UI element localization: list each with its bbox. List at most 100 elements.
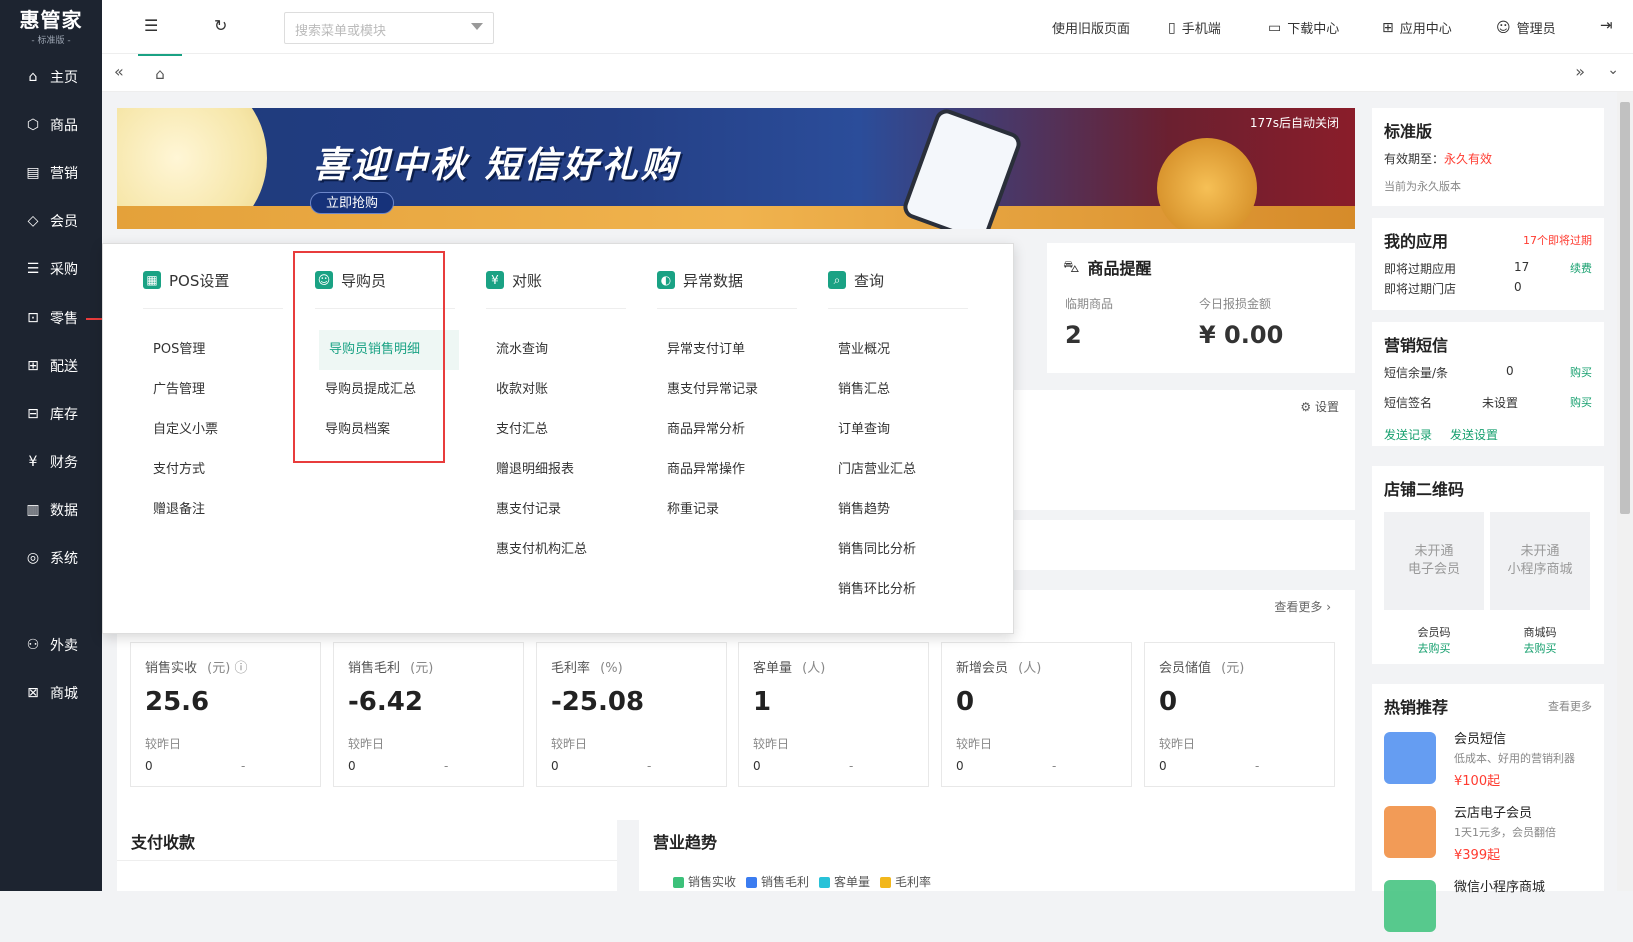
sidebar-item-9[interactable]: ▥ 数据	[0, 490, 102, 530]
refresh-icon[interactable]: ↻	[214, 16, 227, 35]
send-settings-link[interactable]: 发送设置	[1450, 426, 1498, 443]
sidebar-item-3[interactable]: ◇ 会员	[0, 201, 102, 241]
menu-item[interactable]: 订单查询	[838, 410, 978, 450]
stat-card: 新增会员 (人) 0 较昨日 0 -	[941, 642, 1132, 787]
banner-buy-button[interactable]: 立即抢购	[310, 192, 394, 214]
hot-item[interactable]: 会员短信 低成本、好用的营销利器 ¥100起	[1384, 728, 1594, 794]
sidebar-item-2[interactable]: ▤ 营销	[0, 153, 102, 193]
apps-row-value: 17	[1514, 260, 1530, 274]
menu-item[interactable]: 称重记录	[667, 490, 807, 530]
menu-item[interactable]: 商品异常分析	[667, 410, 807, 450]
menu-item[interactable]: 流水查询	[496, 330, 636, 370]
stat-compare-value: 0	[753, 759, 761, 773]
stat-compare-trend: -	[1052, 759, 1057, 773]
member-qr-buy[interactable]: 去购买	[1384, 640, 1484, 656]
see-more-link[interactable]: 查看更多 ›	[1274, 598, 1331, 615]
banner-countdown: 177s后自动关闭	[1249, 116, 1339, 130]
expire-value: 永久有效	[1444, 152, 1493, 166]
menu-item[interactable]: 惠支付异常记录	[667, 370, 807, 410]
menu-group-header: ⌕ 查询	[828, 271, 968, 309]
menu-item[interactable]: 支付汇总	[496, 410, 636, 450]
hot-more-link[interactable]: 查看更多	[1548, 698, 1592, 714]
module-search-select[interactable]: 搜索菜单或模块	[284, 12, 494, 44]
menu-item[interactable]: 营业概况	[838, 330, 978, 370]
page-scrollbar[interactable]	[1617, 92, 1633, 891]
stat-value: 0	[956, 687, 975, 717]
send-records-link[interactable]: 发送记录	[1384, 426, 1432, 443]
sidebar-item-11[interactable]: ⚇ 外卖	[0, 625, 102, 665]
tabs-scroll-right-icon[interactable]: »	[1575, 62, 1585, 81]
signature-buy-link[interactable]: 购买	[1570, 394, 1592, 410]
menu-item[interactable]: 收款对账	[496, 370, 636, 410]
logout-icon[interactable]: ⇥	[1600, 16, 1613, 34]
menu-item[interactable]: 销售汇总	[838, 370, 978, 410]
legend-item[interactable]: 销售毛利	[746, 873, 809, 890]
user-menu[interactable]: ☺ 管理员	[1496, 18, 1556, 38]
collapse-left-icon[interactable]: «	[114, 62, 124, 81]
stat-compare-label: 较昨日	[956, 737, 993, 751]
app-logo[interactable]: 惠管家 - 标准版 -	[0, 0, 102, 50]
settings-link[interactable]: ⚙ 设置	[1300, 398, 1339, 415]
list-icon: ☰	[26, 261, 40, 277]
chevron-down-icon	[471, 23, 483, 30]
sidebar-item-12[interactable]: ⊠ 商城	[0, 673, 102, 713]
sidebar-item-10[interactable]: ◎ 系统	[0, 538, 102, 578]
sms-buy-link[interactable]: 购买	[1570, 364, 1592, 380]
app-center-link[interactable]: ⊞ 应用中心	[1382, 18, 1452, 38]
download-center-link[interactable]: ▭ 下载中心	[1268, 18, 1339, 38]
menu-item[interactable]: 惠支付机构汇总	[496, 530, 636, 570]
product-name: 云店电子会员	[1454, 806, 1533, 821]
promo-banner[interactable]: 喜迎中秋 短信好礼购 立即抢购 177s后自动关闭	[117, 108, 1355, 229]
menu-item[interactable]: 惠支付记录	[496, 490, 636, 530]
old-version-link[interactable]: 使用旧版页面	[1052, 18, 1130, 37]
menu-item[interactable]: 异常支付订单	[667, 330, 807, 370]
menu-item[interactable]: 赠退明细报表	[496, 450, 636, 490]
menu-item[interactable]: 赠退备注	[153, 490, 293, 530]
menu-item[interactable]: 自定义小票	[153, 410, 293, 450]
expiring-goods-value[interactable]: 2	[1065, 321, 1082, 349]
renew-link[interactable]: 续费	[1570, 260, 1592, 276]
my-apps-card: 我的应用 17个即将过期 即将过期应用 17 续费 即将过期门店 0	[1372, 218, 1604, 310]
legend-item[interactable]: 客单量	[819, 873, 870, 890]
menu-item[interactable]: 销售同比分析	[838, 530, 978, 570]
legend-item[interactable]: 销售实收	[673, 873, 736, 890]
apps-row-label: 即将过期应用	[1384, 262, 1457, 276]
tab-home[interactable]: ⌂	[138, 54, 182, 92]
payment-card: 支付收款	[117, 817, 617, 891]
scrollbar-thumb[interactable]	[1620, 102, 1630, 514]
monitor-icon: ▭	[1268, 19, 1282, 36]
sidebar-item-0[interactable]: ⌂ 主页	[0, 57, 102, 97]
legend-item[interactable]: 毛利率	[880, 873, 931, 890]
menu-toggle-icon[interactable]: ☰	[144, 16, 158, 35]
sidebar-item-4[interactable]: ☰ 采购	[0, 249, 102, 289]
mall-qr-buy[interactable]: 去购买	[1490, 640, 1590, 656]
mobile-link[interactable]: ▯ 手机端	[1168, 18, 1221, 38]
hot-item[interactable]: 微信小程序商城	[1384, 876, 1594, 942]
edition-title: 标准版	[1384, 122, 1433, 141]
sidebar-item-label: 营销	[50, 166, 78, 182]
hot-item[interactable]: 云店电子会员 1天1元多，会员翻倍 ¥399起	[1384, 802, 1594, 868]
hot-title: 热销推荐	[1384, 698, 1449, 717]
stat-card: 客单量 (人) 1 较昨日 0 -	[738, 642, 929, 787]
menu-item[interactable]: 销售环比分析	[838, 570, 978, 610]
sidebar-item-7[interactable]: ⊟ 库存	[0, 394, 102, 434]
menu-item[interactable]: 商品异常操作	[667, 450, 807, 490]
sidebar-item-1[interactable]: ⬡ 商品	[0, 105, 102, 145]
help-icon[interactable]: ⓘ	[234, 661, 247, 676]
box-icon: ⬡	[26, 117, 40, 133]
product-name: 会员短信	[1454, 732, 1507, 747]
menu-item[interactable]: 门店营业汇总	[838, 450, 978, 490]
user-icon: ☺	[1496, 19, 1511, 36]
sidebar-item-6[interactable]: ⊞ 配送	[0, 346, 102, 386]
menu-item[interactable]: 支付方式	[153, 450, 293, 490]
menu-item[interactable]: POS管理	[153, 330, 293, 370]
product-desc: 1天1元多，会员翻倍	[1454, 826, 1556, 839]
sms-signature-value: 未设置	[1482, 396, 1519, 410]
sidebar-item-8[interactable]: ¥ 财务	[0, 442, 102, 482]
home-icon: ⌂	[155, 65, 165, 83]
menu-item[interactable]: 广告管理	[153, 370, 293, 410]
stat-compare-label: 较昨日	[1159, 737, 1196, 751]
stat-label: 销售毛利 (元)	[348, 661, 434, 676]
tabs-dropdown-icon[interactable]: ⌄	[1607, 62, 1619, 78]
menu-item[interactable]: 销售趋势	[838, 490, 978, 530]
